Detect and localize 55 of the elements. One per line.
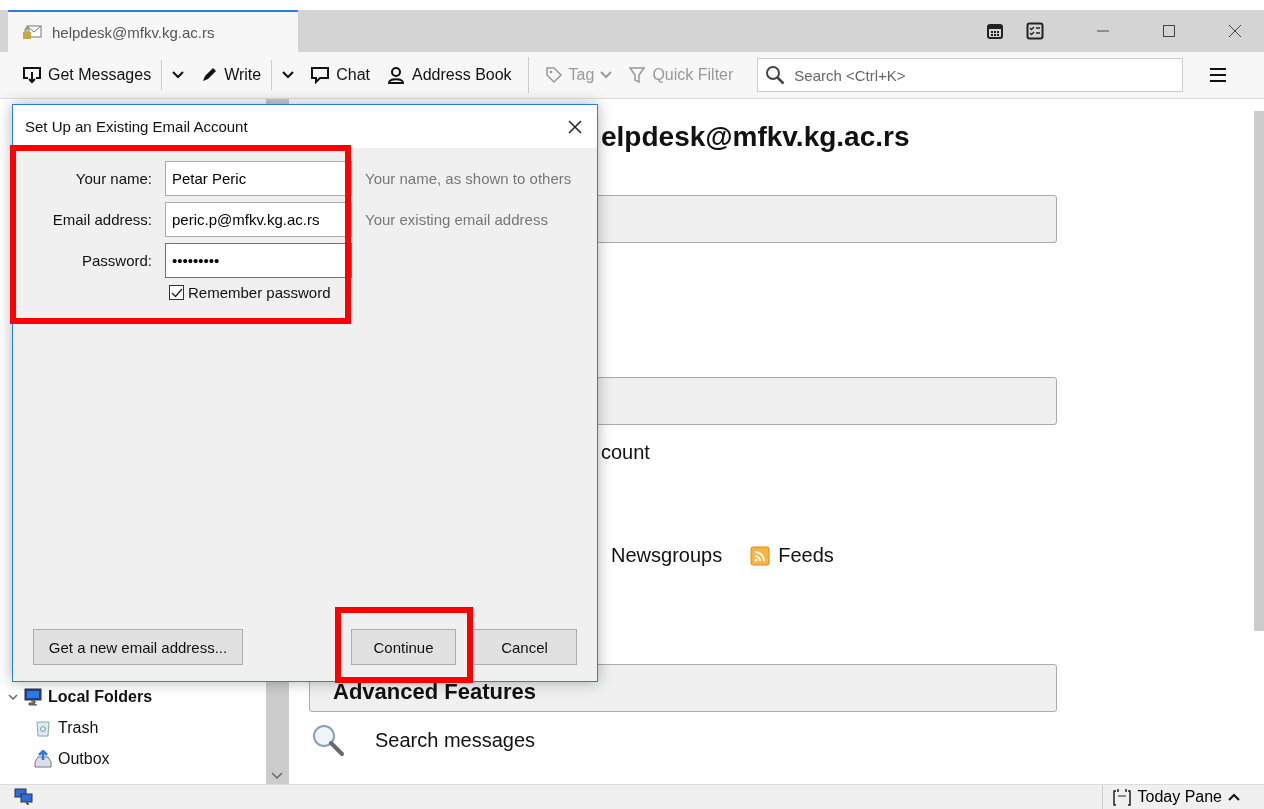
folder-item[interactable]: Local Folders	[8, 681, 266, 712]
toolbar-button[interactable]: Get Messages	[16, 56, 191, 94]
person-icon	[386, 66, 406, 84]
rss-feed-icon	[750, 545, 771, 566]
maximize-icon[interactable]	[1162, 24, 1176, 38]
calendar-day-icon	[1113, 788, 1132, 806]
menu-icon[interactable]	[1209, 67, 1228, 83]
search-field[interactable]: Search <Ctrl+K>	[757, 58, 1184, 92]
field-label: Email address:	[51, 211, 152, 228]
task-list-icon[interactable]	[1026, 22, 1044, 40]
scroll-down-icon[interactable]	[271, 772, 283, 780]
download-icon	[22, 66, 42, 84]
close-icon[interactable]	[567, 118, 583, 135]
toolbar-button[interactable]: Write	[194, 56, 301, 94]
close-icon[interactable]	[1228, 24, 1242, 38]
checkbox[interactable]	[169, 285, 184, 300]
account-type-link[interactable]: Feeds	[750, 544, 834, 567]
calendar-icon[interactable]	[986, 22, 1004, 40]
toolbar-button[interactable]: Chat	[304, 62, 376, 88]
account-heading: elpdesk@mfkv.kg.ac.rs	[601, 121, 910, 153]
input-field[interactable]: •••••••••	[165, 243, 352, 278]
speech-bubble-icon	[310, 66, 331, 84]
account-type-link[interactable]: Newsgroups	[611, 544, 723, 567]
section-title: Advanced Features	[333, 679, 536, 705]
account-link-text[interactable]: count	[601, 441, 650, 464]
today-pane-button[interactable]: Today Pane	[1102, 785, 1252, 809]
envelope-lock-icon	[22, 24, 42, 40]
mail-tab[interactable]: helpdesk@mfkv.kg.ac.rs	[8, 10, 298, 52]
scrollbar[interactable]	[1254, 111, 1264, 631]
folder-item[interactable]: Outbox	[8, 743, 266, 774]
search-icon	[765, 65, 786, 85]
input-field[interactable]: peric.p@mfkv.kg.ac.rs	[165, 202, 352, 237]
network-computers-icon	[14, 788, 34, 806]
field-label: Your name:	[74, 170, 152, 187]
tag-icon	[544, 66, 563, 84]
trash-can-icon	[34, 718, 52, 737]
toolbar-button[interactable]: Address Book	[380, 62, 518, 88]
chevron-up-icon	[1228, 793, 1240, 801]
remember-password-checkbox[interactable]: Remember password	[169, 284, 352, 301]
dialog-button[interactable]: Cancel	[472, 629, 577, 665]
search-messages-link[interactable]: Search messages	[311, 723, 536, 757]
field-hint: Your existing email address	[365, 211, 549, 228]
funnel-icon	[628, 66, 647, 84]
outbox-tray-icon	[34, 749, 52, 768]
dialog-button[interactable]: Get a new email address...	[33, 629, 243, 665]
field-label: Password:	[80, 252, 152, 269]
field-hint: Your name, as shown to others	[365, 170, 573, 187]
computer-icon	[24, 687, 42, 706]
pencil-icon	[200, 66, 219, 84]
expand-chevron-icon[interactable]	[8, 692, 18, 701]
magnifier-icon	[311, 723, 345, 757]
folder-item[interactable]: Trash	[8, 712, 266, 743]
dialog-button[interactable]: Continue	[351, 629, 456, 665]
input-field[interactable]: Petar Peric	[165, 161, 352, 196]
dialog-title: Set Up an Existing Email Account	[25, 118, 248, 135]
